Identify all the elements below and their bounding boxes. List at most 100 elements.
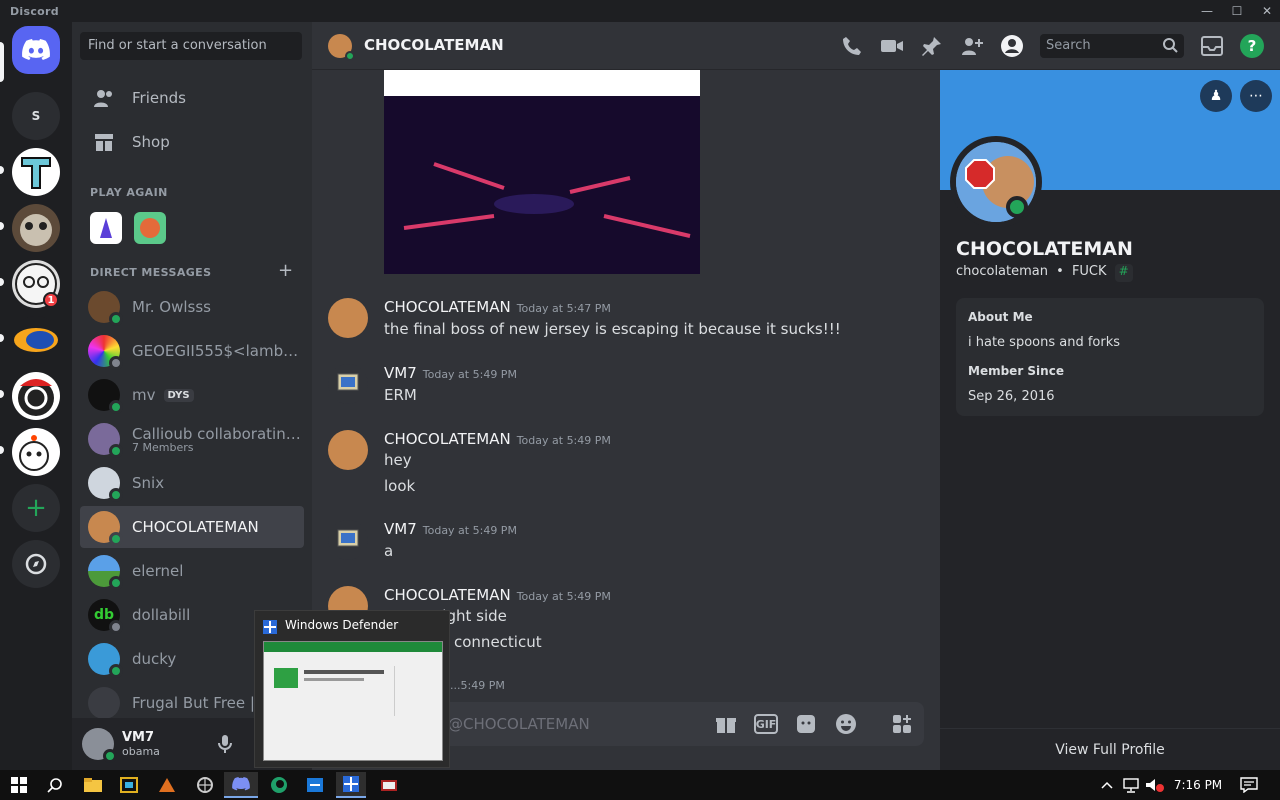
- message-text: ERM: [384, 386, 417, 404]
- emoji-icon[interactable]: [834, 712, 858, 736]
- avatar: [88, 555, 123, 590]
- message-author[interactable]: CHOCOLATEMAN Today at 5:49 PM: [384, 430, 611, 448]
- clock[interactable]: 7:16 PM: [1172, 772, 1224, 798]
- add-friends-to-dm-icon[interactable]: [960, 34, 984, 58]
- server-newegg[interactable]: [12, 316, 60, 364]
- view-full-profile-button[interactable]: View Full Profile: [940, 728, 1280, 770]
- avatar: [88, 643, 123, 678]
- gif-button[interactable]: GIF: [754, 714, 778, 734]
- pin-icon[interactable]: [920, 34, 944, 58]
- header-avatar: [328, 34, 355, 61]
- preview-title: Windows Defender: [285, 618, 399, 632]
- dm-name: mv: [132, 386, 156, 404]
- taskbar-app-icon[interactable]: [300, 772, 330, 798]
- profile-avatar[interactable]: [950, 136, 1042, 228]
- create-dm-plus-icon[interactable]: +: [278, 260, 293, 281]
- voice-call-icon[interactable]: [840, 34, 864, 58]
- message-author[interactable]: CHOCOLATEMAN Today at 5:49 PM: [384, 586, 611, 604]
- server-obs[interactable]: [12, 372, 60, 420]
- search-input[interactable]: Search: [1040, 34, 1184, 58]
- message-author[interactable]: VM7 Today at 5:49 PM: [384, 364, 517, 382]
- dm-item[interactable]: Snix: [80, 462, 304, 504]
- search-icon: [1162, 37, 1178, 57]
- message-avatar[interactable]: [328, 364, 368, 404]
- maximize-button[interactable]: ☐: [1222, 0, 1252, 22]
- avatar: [88, 379, 123, 414]
- game-1[interactable]: [90, 212, 122, 244]
- dm-item-active[interactable]: CHOCOLATEMAN: [80, 506, 304, 548]
- start-icon[interactable]: [4, 772, 34, 798]
- profile-username-line: chocolateman • FUCK #: [956, 264, 1133, 282]
- dm-item[interactable]: elernel: [80, 550, 304, 592]
- status-online: [109, 532, 123, 546]
- guild-tag: DYS: [163, 388, 194, 402]
- game-2[interactable]: [134, 212, 166, 244]
- message-avatar[interactable]: [328, 430, 368, 470]
- message-author[interactable]: VM7 Today at 5:49 PM: [384, 520, 517, 538]
- server-owl[interactable]: [12, 204, 60, 252]
- close-button[interactable]: ✕: [1252, 0, 1280, 22]
- profile-custom-text: FUCK: [1071, 264, 1107, 279]
- status-online: [109, 312, 123, 326]
- mic-icon[interactable]: [218, 734, 232, 758]
- computer-avatar-icon: [337, 373, 359, 391]
- compass-icon: [25, 553, 47, 575]
- dm-item[interactable]: mv DYS: [80, 374, 304, 416]
- dm-name: Snix: [132, 474, 165, 492]
- taskbar-app-icon[interactable]: [374, 772, 404, 798]
- status-idle: [109, 356, 123, 370]
- discord-logo-icon: [22, 39, 50, 60]
- user-avatar[interactable]: [82, 728, 117, 763]
- message-avatar[interactable]: [328, 520, 368, 560]
- friends-icon: [92, 86, 116, 110]
- taskbar-app-icon[interactable]: [190, 772, 220, 798]
- server-t[interactable]: [12, 148, 60, 196]
- avatar: [88, 291, 123, 326]
- server-s[interactable]: S: [12, 92, 60, 140]
- add-server-button[interactable]: +: [12, 484, 60, 532]
- search-taskbar-icon[interactable]: [40, 772, 70, 798]
- taskbar-app-icon[interactable]: [152, 772, 182, 798]
- embedded-image[interactable]: [384, 70, 700, 274]
- dm-item-group[interactable]: Callioub collaborating... 7 Members: [80, 418, 304, 460]
- gift-icon[interactable]: [714, 712, 738, 736]
- home-button[interactable]: [12, 26, 60, 74]
- add-friend-icon[interactable]: ♟: [1200, 80, 1232, 112]
- server-reddit[interactable]: [12, 428, 60, 476]
- file-explorer-icon[interactable]: [78, 772, 108, 798]
- discover-button[interactable]: [12, 540, 60, 588]
- more-options-icon[interactable]: ⋯: [1240, 80, 1272, 112]
- dm-item[interactable]: Mr. Owlsss: [80, 286, 304, 328]
- avatar: db: [88, 599, 123, 634]
- dm-name: GEOEGII555$<lambd...: [132, 342, 302, 360]
- friends-nav[interactable]: Friends: [80, 78, 304, 118]
- volume-muted-icon[interactable]: [1140, 772, 1170, 798]
- apps-icon[interactable]: [890, 712, 914, 736]
- message-avatar[interactable]: [328, 298, 368, 338]
- message-text: the final boss of new jersey is escaping…: [384, 320, 841, 338]
- minimize-button[interactable]: —: [1192, 0, 1222, 22]
- message-author[interactable]: CHOCOLATEMAN Today at 5:47 PM: [384, 298, 611, 316]
- dm-item[interactable]: GEOEGII555$<lambd...: [80, 330, 304, 372]
- notifications-icon[interactable]: [1234, 772, 1264, 798]
- edge-icon[interactable]: [264, 772, 294, 798]
- windows-defender-taskbar-icon[interactable]: [336, 772, 366, 798]
- user-profile-toggle-icon[interactable]: [1000, 34, 1024, 58]
- taskbar-preview[interactable]: Windows Defender: [254, 610, 450, 768]
- message-timestamp: Today at 5:49 PM: [422, 524, 517, 537]
- help-icon[interactable]: ?: [1240, 34, 1264, 58]
- taskbar-app-icon[interactable]: [114, 772, 144, 798]
- video-call-icon[interactable]: [880, 34, 904, 58]
- mention-badge: 1: [43, 292, 59, 308]
- sticker-icon[interactable]: [794, 712, 818, 736]
- direct-messages-heading: DIRECT MESSAGES: [90, 266, 212, 279]
- laser-scene-image: [384, 96, 700, 274]
- message-timestamp: Today at 5:49 PM: [516, 590, 611, 603]
- message-text: connecticut: [454, 633, 542, 651]
- find-conversation-button[interactable]: Find or start a conversation: [80, 32, 302, 60]
- about-me-text: i hate spoons and forks: [968, 335, 1121, 350]
- shop-nav[interactable]: Shop: [80, 122, 304, 162]
- shop-label: Shop: [132, 133, 170, 151]
- inbox-icon[interactable]: [1200, 34, 1224, 58]
- discord-taskbar-icon[interactable]: [224, 772, 258, 798]
